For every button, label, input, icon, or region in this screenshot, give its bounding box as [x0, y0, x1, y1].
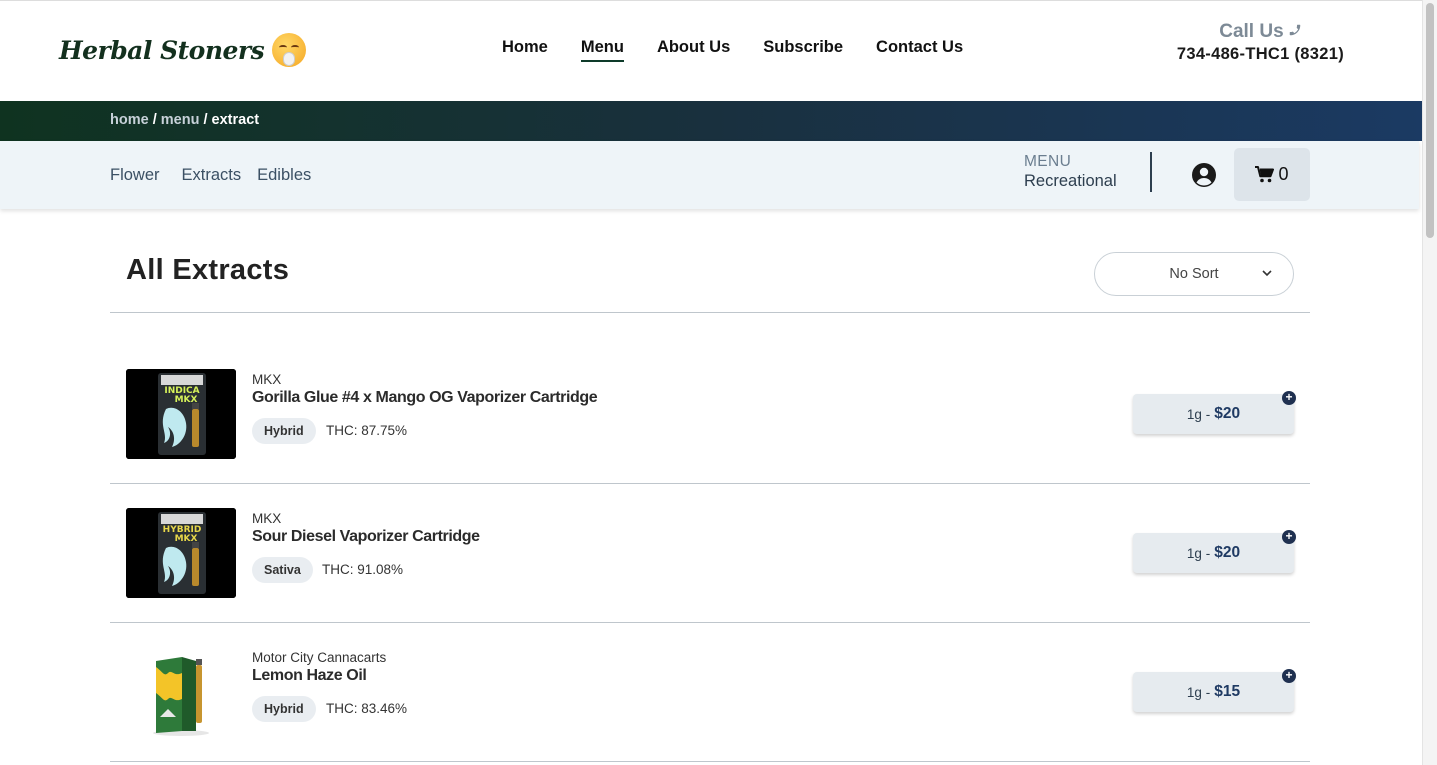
plus-icon: + [1282, 391, 1296, 405]
category-bar: Flower Extracts Edibles MENU Recreationa… [0, 141, 1419, 209]
price-dash: - [1205, 406, 1211, 422]
add-to-cart-button[interactable]: 1g - $20 [1133, 533, 1294, 573]
cart-count: 0 [1278, 164, 1289, 184]
call-us-label: Call Us [1177, 21, 1344, 43]
price-dash: - [1205, 545, 1211, 561]
page-title: All Extracts [126, 254, 290, 286]
strain-badge: Sativa [252, 557, 313, 583]
product-name[interactable]: Sour Diesel Vaporizer Cartridge [252, 528, 480, 546]
plus-icon: + [1282, 530, 1296, 544]
logo-text: Herbal Stoners [59, 35, 265, 65]
cartridge-box-image: INDICA MKX [126, 369, 236, 459]
thc-value: THC: 87.75% [326, 423, 408, 438]
phone-icon [1289, 24, 1300, 36]
strain-badge: Hybrid [252, 696, 316, 722]
breadcrumb: home / menu / extract [110, 112, 259, 128]
thc-value: THC: 83.46% [326, 701, 408, 716]
site-header: Herbal Stoners Home Menu About Us Subscr… [0, 0, 1422, 101]
breadcrumb-separator: / [152, 112, 157, 128]
price-amount: $20 [1214, 544, 1241, 561]
product-image[interactable]: INDICA MKX [126, 369, 236, 459]
breadcrumb-menu[interactable]: menu [161, 112, 200, 128]
logo[interactable]: Herbal Stoners [59, 33, 307, 67]
main-nav: Home Menu About Us Subscribe Contact Us [502, 38, 996, 62]
call-us[interactable]: Call Us 734-486-THC1 (8321) [1177, 21, 1344, 64]
cart-icon [1255, 166, 1275, 183]
product-row[interactable]: INDICA MKX MKX Gorilla Glue #4 x Mango O… [110, 345, 1310, 484]
price-amount: $20 [1214, 405, 1241, 422]
product-list: INDICA MKX MKX Gorilla Glue #4 x Mango O… [110, 345, 1310, 762]
price-amount: $15 [1214, 683, 1241, 700]
divider [1150, 152, 1152, 192]
strain-badge: Hybrid [252, 418, 316, 444]
nav-about-us[interactable]: About Us [657, 38, 730, 62]
product-image[interactable]: HYBRID MKX [126, 508, 236, 598]
nav-contact-us[interactable]: Contact Us [876, 38, 963, 62]
nav-menu[interactable]: Menu [580, 38, 624, 62]
category-links: Flower Extracts Edibles [110, 166, 327, 185]
product-image[interactable] [126, 647, 236, 737]
breadcrumb-separator: / [203, 112, 208, 128]
chevron-down-icon [1262, 270, 1272, 277]
nav-subscribe[interactable]: Subscribe [763, 38, 843, 62]
breadcrumb-band: home / menu / extract [0, 101, 1422, 141]
menu-type-value: Recreational [1024, 172, 1117, 190]
breadcrumb-home[interactable]: home [110, 112, 149, 128]
sort-value: No Sort [1169, 266, 1219, 282]
cartridge-box-image: HYBRID MKX [126, 508, 236, 598]
plus-icon: + [1282, 669, 1296, 683]
scrollbar-thumb[interactable] [1426, 3, 1434, 238]
product-row[interactable]: HYBRID MKX MKX Sour Diesel Vaporizer Car… [110, 484, 1310, 623]
menu-type-selector[interactable]: MENU Recreational [1024, 153, 1117, 191]
user-account-icon[interactable] [1191, 162, 1217, 188]
product-name[interactable]: Lemon Haze Oil [252, 667, 367, 685]
title-divider [110, 312, 1310, 313]
nav-home[interactable]: Home [502, 38, 548, 62]
price-size: 1g [1186, 684, 1202, 700]
add-to-cart-button[interactable]: 1g - $15 [1133, 672, 1294, 712]
thc-value: THC: 91.08% [322, 562, 404, 577]
product-name[interactable]: Gorilla Glue #4 x Mango OG Vaporizer Car… [252, 389, 598, 407]
page-scrollbar[interactable] [1422, 0, 1437, 765]
menu-type-label: MENU [1024, 153, 1072, 170]
price-dash: - [1205, 684, 1211, 700]
product-row[interactable]: Motor City Cannacarts Lemon Haze Oil Hyb… [110, 623, 1310, 762]
cartridge-box-image [126, 647, 236, 737]
cart-button[interactable]: 0 [1234, 148, 1310, 201]
breadcrumb-current: extract [211, 112, 260, 128]
call-us-text: Call Us [1219, 21, 1284, 42]
smoking-face-icon [272, 33, 307, 67]
price-size: 1g [1186, 545, 1202, 561]
phone-number[interactable]: 734-486-THC1 (8321) [1177, 45, 1344, 64]
product-brand: Motor City Cannacarts [252, 650, 387, 665]
product-brand: MKX [252, 372, 282, 387]
sort-select[interactable]: No Sort [1094, 252, 1294, 296]
price-size: 1g [1186, 406, 1202, 422]
category-edibles[interactable]: Edibles [257, 166, 311, 185]
category-flower[interactable]: Flower [110, 166, 160, 185]
add-to-cart-button[interactable]: 1g - $20 [1133, 394, 1294, 434]
product-brand: MKX [252, 511, 282, 526]
category-extracts[interactable]: Extracts [182, 166, 242, 185]
